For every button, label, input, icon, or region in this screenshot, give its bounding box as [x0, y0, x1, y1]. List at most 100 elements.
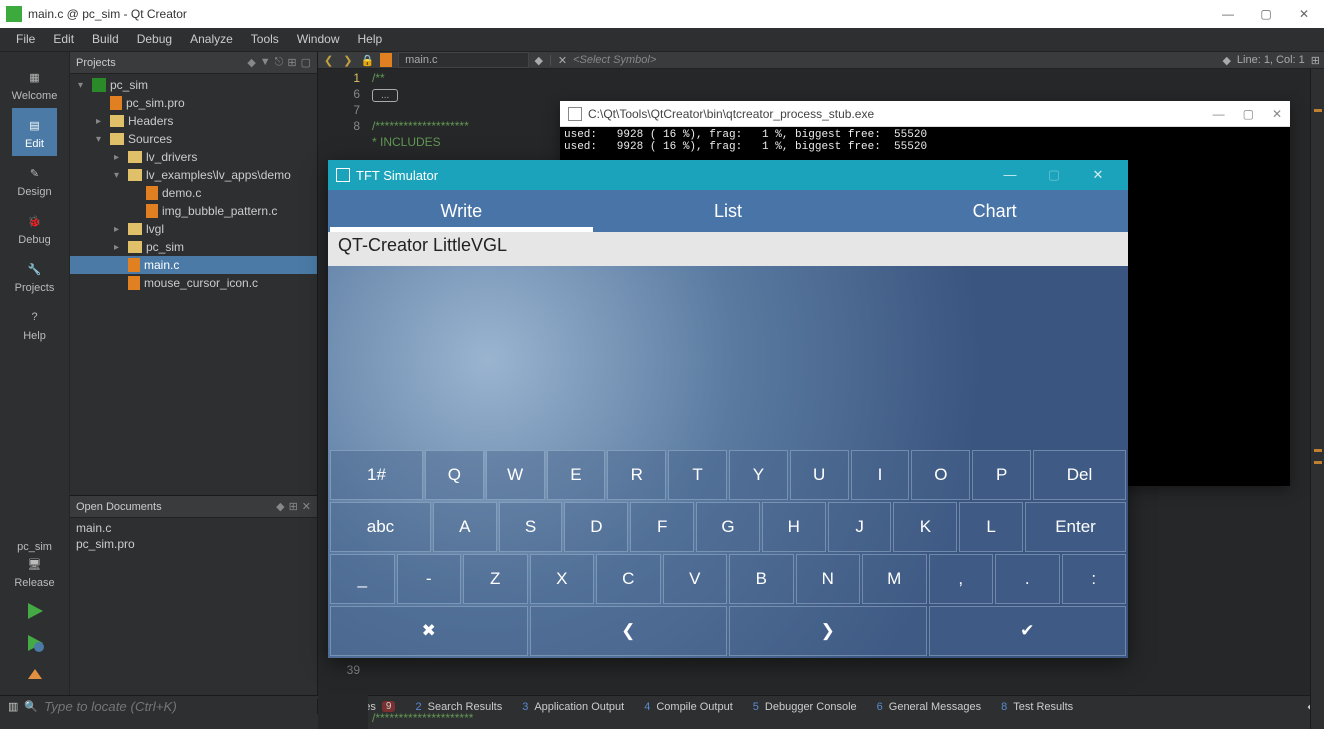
symbol-dropdown[interactable]: <Select Symbol>	[573, 54, 656, 66]
key-1#[interactable]: 1#	[330, 450, 423, 500]
tree-item[interactable]: ▸pc_sim	[70, 238, 317, 256]
project-tree[interactable]: ▾pc_simpc_sim.pro▸Headers▾Sources▸lv_dri…	[70, 74, 317, 495]
close-button[interactable]: ✕	[1272, 107, 1282, 121]
key-,[interactable]: ,	[929, 554, 994, 604]
panel-toggle-icon[interactable]: ▥	[8, 700, 18, 713]
open-doc[interactable]: pc_sim.pro	[76, 536, 311, 552]
maximize-button[interactable]: ▢	[1032, 167, 1076, 183]
key-e[interactable]: E	[547, 450, 606, 500]
key-s[interactable]: S	[499, 502, 563, 552]
key-enter[interactable]: Enter	[1025, 502, 1126, 552]
key-p[interactable]: P	[972, 450, 1031, 500]
key-_[interactable]: _	[330, 554, 395, 604]
nav-back-icon[interactable]: ❮	[322, 54, 335, 67]
key-g[interactable]: G	[696, 502, 760, 552]
key-n[interactable]: N	[796, 554, 861, 604]
key-m[interactable]: M	[862, 554, 927, 604]
key-j[interactable]: J	[828, 502, 892, 552]
menu-window[interactable]: Window	[289, 30, 348, 49]
link-icon[interactable]: ⎋	[275, 56, 284, 69]
tft-text-input[interactable]: QT-Creator LittleVGL	[328, 232, 1128, 266]
key-.[interactable]: .	[995, 554, 1060, 604]
key-✖[interactable]: ✖	[330, 606, 528, 656]
key-z[interactable]: Z	[463, 554, 528, 604]
tft-tab-list[interactable]: List	[595, 190, 862, 232]
minimize-button[interactable]: —	[988, 167, 1032, 183]
split-editor-icon[interactable]: ⊞	[1311, 54, 1320, 67]
mode-design[interactable]: ✎Design	[12, 156, 58, 204]
maximize-button[interactable]: ▢	[1243, 107, 1254, 121]
key-❮[interactable]: ❮	[530, 606, 728, 656]
dropdown-icon[interactable]: ◆	[535, 54, 543, 67]
filter-icon[interactable]: ▼	[260, 56, 271, 69]
mode-help[interactable]: ?Help	[12, 300, 58, 348]
menu-tools[interactable]: Tools	[243, 30, 287, 49]
mode-debug[interactable]: 🐞Debug	[12, 204, 58, 252]
tree-item[interactable]: ▾lv_examples\lv_apps\demo	[70, 166, 317, 184]
mode-projects[interactable]: 🔧Projects	[12, 252, 58, 300]
menu-analyze[interactable]: Analyze	[182, 30, 241, 49]
key-f[interactable]: F	[630, 502, 694, 552]
run-button[interactable]	[0, 595, 69, 627]
dropdown-icon[interactable]: ◆	[247, 56, 255, 69]
close-button[interactable]: ✕	[1076, 167, 1120, 183]
key-c[interactable]: C	[596, 554, 661, 604]
nav-fwd-icon[interactable]: ❯	[341, 54, 354, 67]
locator-input[interactable]	[44, 699, 224, 714]
key-abc[interactable]: abc	[330, 502, 431, 552]
tft-simulator-window[interactable]: TFT Simulator — ▢ ✕ WriteListChart QT-Cr…	[328, 160, 1128, 658]
key-d[interactable]: D	[564, 502, 628, 552]
key-l[interactable]: L	[959, 502, 1023, 552]
dropdown-icon[interactable]: ◆	[1222, 54, 1230, 67]
mode-welcome[interactable]: ▦Welcome	[12, 60, 58, 108]
key-t[interactable]: T	[668, 450, 727, 500]
key-a[interactable]: A	[433, 502, 497, 552]
build-button[interactable]	[0, 659, 69, 691]
tree-item[interactable]: ▾Sources	[70, 130, 317, 148]
key-i[interactable]: I	[851, 450, 910, 500]
split-icon[interactable]: ⊞	[287, 56, 296, 69]
tft-tab-write[interactable]: Write	[328, 190, 595, 232]
tree-item[interactable]: img_bubble_pattern.c	[70, 202, 317, 220]
key--[interactable]: -	[397, 554, 462, 604]
menu-file[interactable]: File	[8, 30, 43, 49]
key-h[interactable]: H	[762, 502, 826, 552]
tft-tab-chart[interactable]: Chart	[861, 190, 1128, 232]
tree-item[interactable]: mouse_cursor_icon.c	[70, 274, 317, 292]
minimize-button[interactable]: —	[1213, 107, 1225, 121]
close-file-icon[interactable]: ✕	[558, 54, 567, 67]
menu-debug[interactable]: Debug	[129, 30, 180, 49]
menu-build[interactable]: Build	[84, 30, 127, 49]
key-u[interactable]: U	[790, 450, 849, 500]
key-❯[interactable]: ❯	[729, 606, 927, 656]
close-panel-icon[interactable]: ✕	[302, 500, 311, 513]
tree-item[interactable]: ▸lv_drivers	[70, 148, 317, 166]
maximize-button[interactable]: ▢	[1256, 7, 1276, 21]
menu-help[interactable]: Help	[350, 30, 391, 49]
key-v[interactable]: V	[663, 554, 728, 604]
dropdown-icon[interactable]: ◆	[276, 500, 284, 513]
key-w[interactable]: W	[486, 450, 545, 500]
open-doc[interactable]: main.c	[76, 520, 311, 536]
tree-item[interactable]: ▸Headers	[70, 112, 317, 130]
file-dropdown[interactable]: main.c	[398, 52, 528, 68]
key-q[interactable]: Q	[425, 450, 484, 500]
menu-edit[interactable]: Edit	[45, 30, 82, 49]
key-k[interactable]: K	[893, 502, 957, 552]
kit-selector[interactable]: pc_sim 🖥 Release	[0, 535, 69, 595]
minimize-button[interactable]: —	[1218, 7, 1238, 21]
close-button[interactable]: ✕	[1294, 7, 1314, 21]
split-icon[interactable]: ⊞	[289, 500, 298, 513]
key-:[interactable]: :	[1062, 554, 1127, 604]
tft-titlebar[interactable]: TFT Simulator — ▢ ✕	[328, 160, 1128, 190]
key-y[interactable]: Y	[729, 450, 788, 500]
lock-icon[interactable]: 🔒	[360, 54, 374, 67]
key-del[interactable]: Del	[1033, 450, 1126, 500]
debug-button[interactable]	[0, 627, 69, 659]
key-x[interactable]: X	[530, 554, 595, 604]
collapse-icon[interactable]: ▢	[301, 56, 311, 69]
tree-item[interactable]: main.c	[70, 256, 317, 274]
console-titlebar[interactable]: C:\Qt\Tools\QtCreator\bin\qtcreator_proc…	[560, 101, 1290, 127]
tree-item[interactable]: pc_sim.pro	[70, 94, 317, 112]
mode-edit[interactable]: ▤Edit	[12, 108, 58, 156]
